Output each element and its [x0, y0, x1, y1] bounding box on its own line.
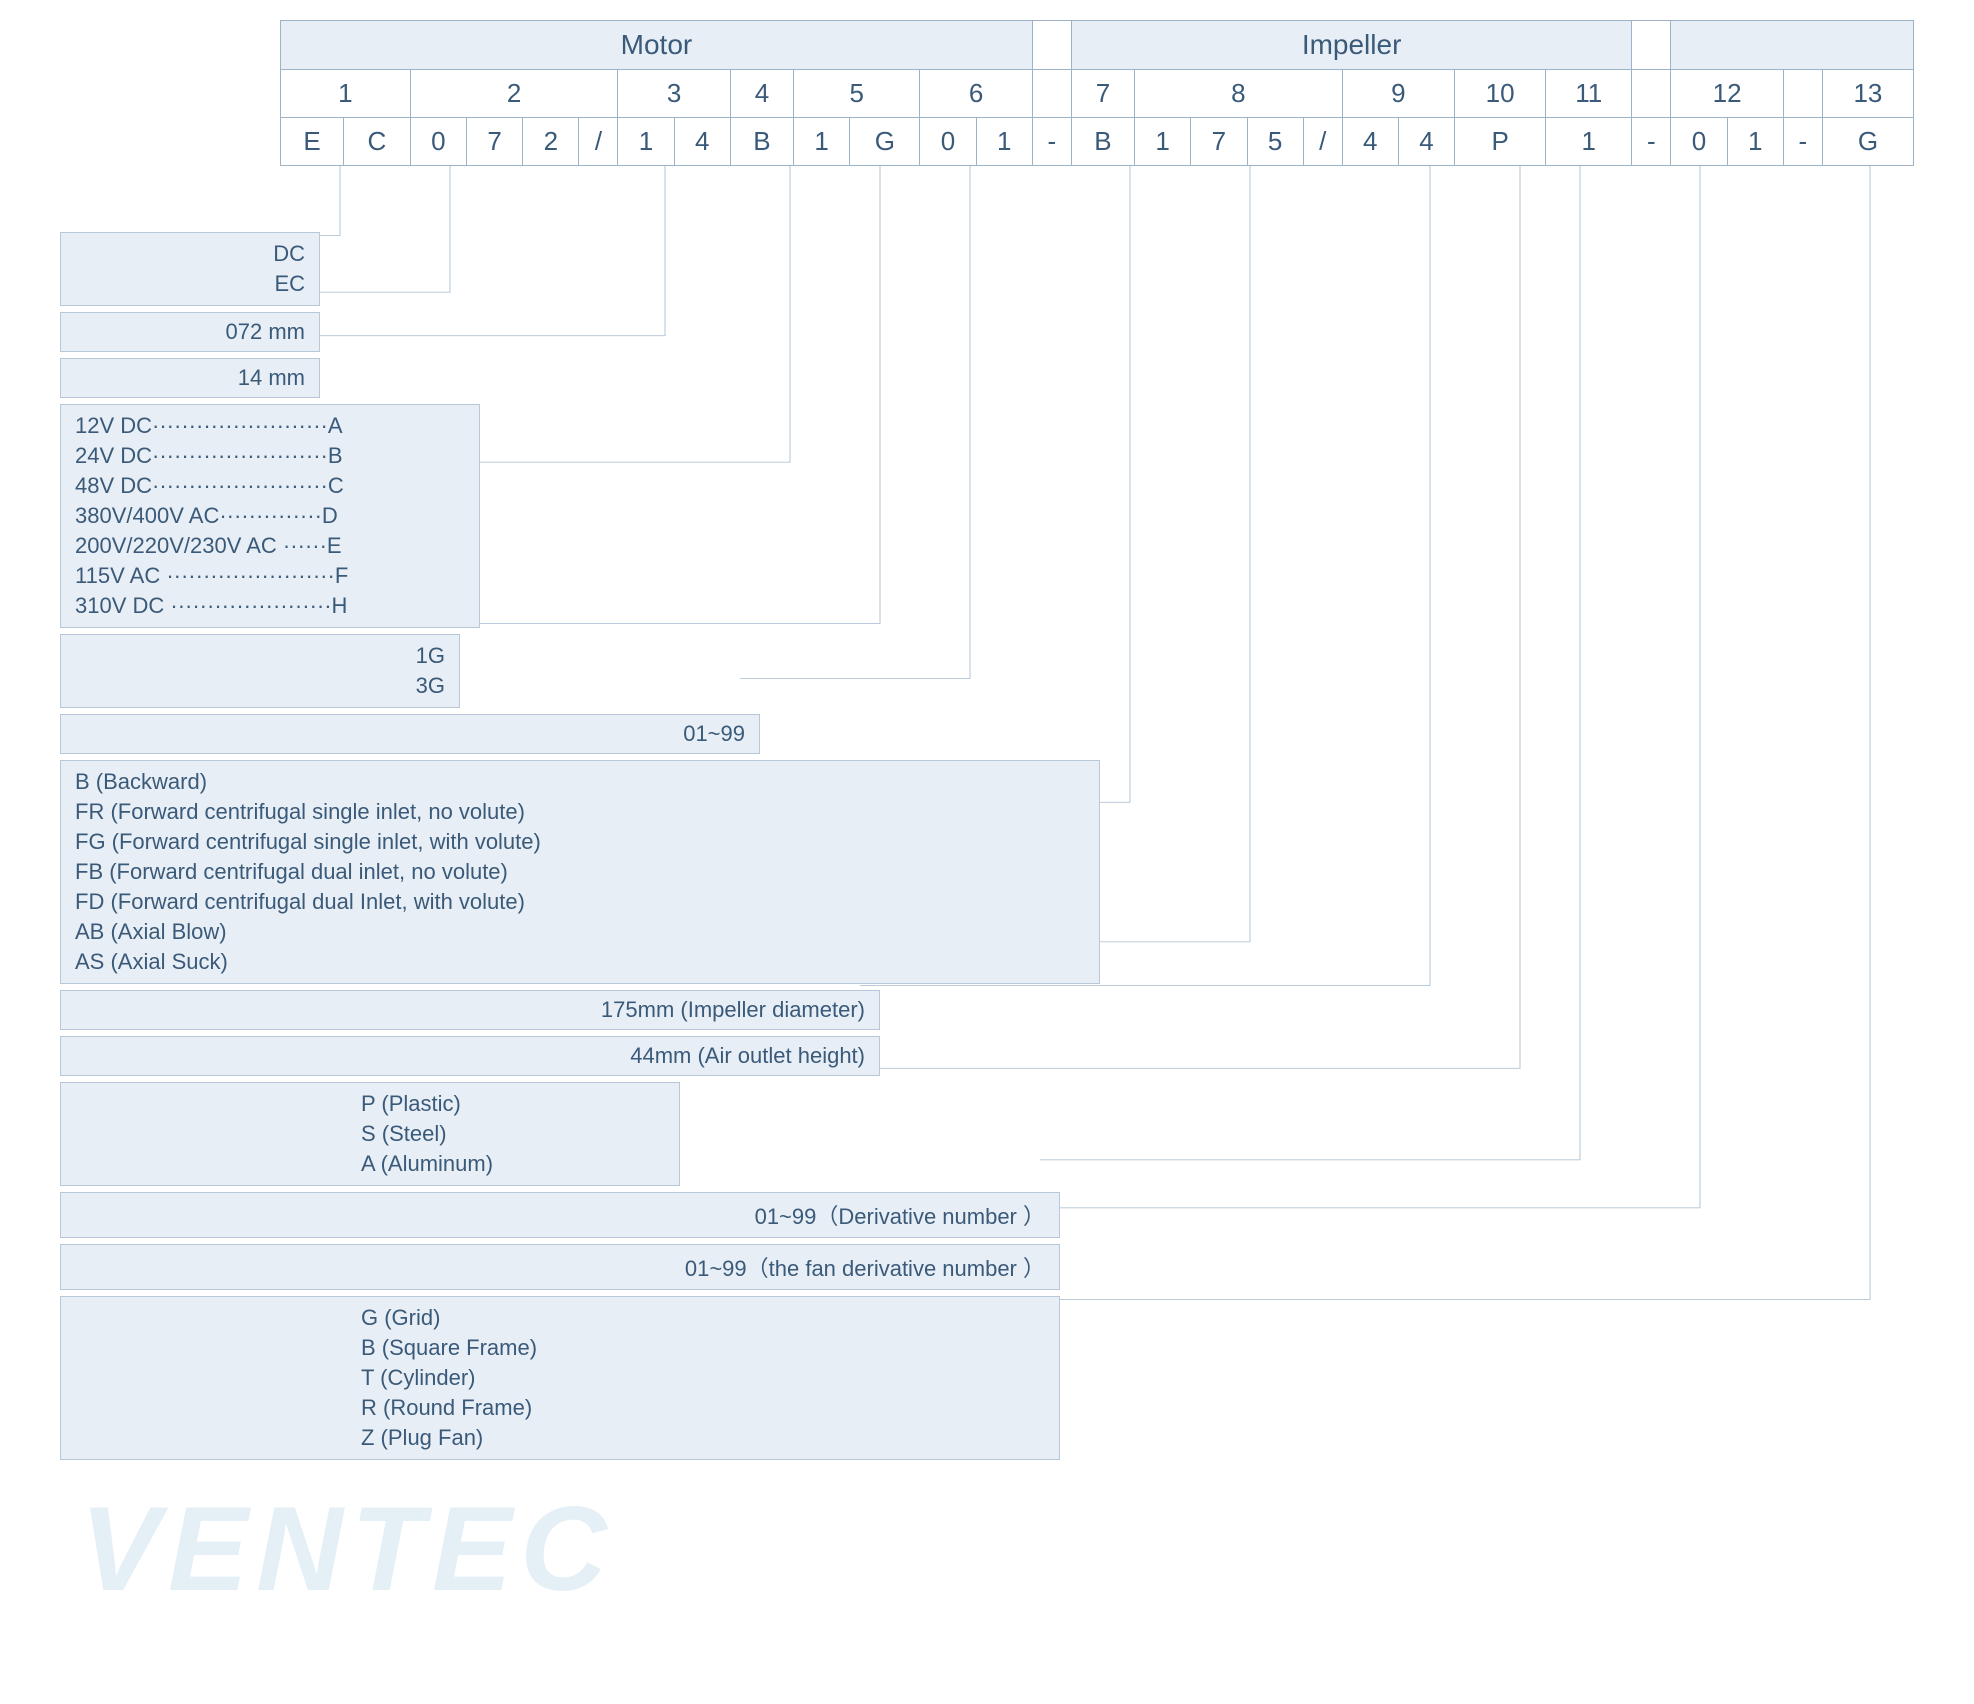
legend-3: 14 mm — [60, 358, 1954, 398]
legend-7: B (Backward) FR (Forward centrifugal sin… — [60, 760, 1954, 984]
position-row: 1 2 3 4 5 6 7 8 9 10 11 12 13 — [281, 70, 1914, 118]
legend-12: 01~99（the fan derivative number ） — [60, 1244, 1954, 1290]
motor-header: Motor — [281, 21, 1033, 70]
legend-2: 072 mm — [60, 312, 1954, 352]
legend-6: 01~99 — [60, 714, 1954, 754]
code-row: E C 0 7 2 / 1 4 B 1 G 0 1 - B 1 7 5 / 4 … — [281, 118, 1914, 166]
legend-8: 175mm (Impeller diameter) — [60, 990, 1954, 1030]
legend-11: 01~99（Derivative number ） — [60, 1192, 1954, 1238]
legend-9: 44mm (Air outlet height) — [60, 1036, 1954, 1076]
watermark: VENTEC — [80, 1480, 615, 1618]
legend-13: G (Grid) B (Square Frame) T (Cylinder) R… — [60, 1296, 1954, 1460]
legend-4: 12V DC························A 24V DC··… — [60, 404, 1954, 628]
code-table: Motor Impeller 1 2 3 4 5 6 7 8 9 10 11 1… — [280, 20, 1914, 166]
header-row: Motor Impeller — [281, 21, 1914, 70]
impeller-header: Impeller — [1071, 21, 1632, 70]
legend-1: DC EC — [60, 232, 1954, 306]
legend-10: P (Plastic) S (Steel) A (Aluminum) — [60, 1082, 1954, 1186]
legend-5: 1G 3G — [60, 634, 1954, 708]
